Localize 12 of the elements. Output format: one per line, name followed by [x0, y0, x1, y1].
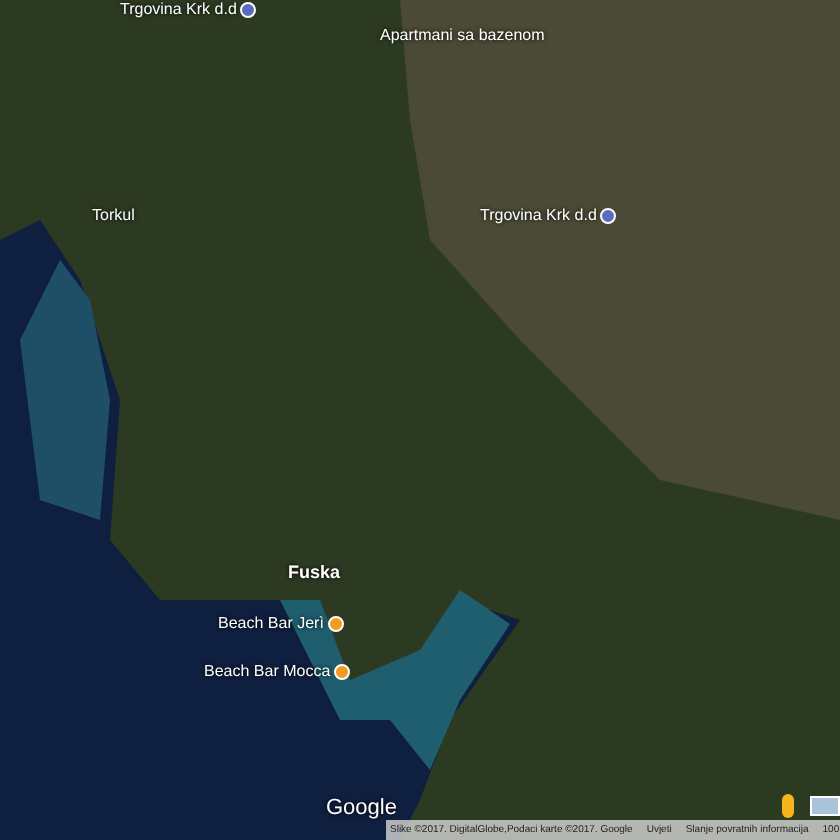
shop-pin-icon	[600, 208, 617, 224]
layer-thumbnail[interactable]	[810, 796, 840, 816]
place-label[interactable]: Beach Bar Mocca	[204, 664, 331, 680]
place-label[interactable]: Torkul	[92, 208, 135, 224]
place-label[interactable]: Trgovina Krk d.d	[120, 2, 237, 18]
place-label[interactable]: Beach Bar Jerì	[218, 616, 324, 632]
pegman-icon[interactable]	[782, 794, 794, 818]
shop-pin-icon	[240, 2, 257, 18]
place-label[interactable]: Apartmani sa bazenom	[380, 28, 545, 44]
map-logo: Google	[326, 794, 397, 824]
place-label[interactable]: Trgovina Krk d.d	[480, 208, 597, 224]
place-label[interactable]: Fuska	[288, 564, 341, 582]
